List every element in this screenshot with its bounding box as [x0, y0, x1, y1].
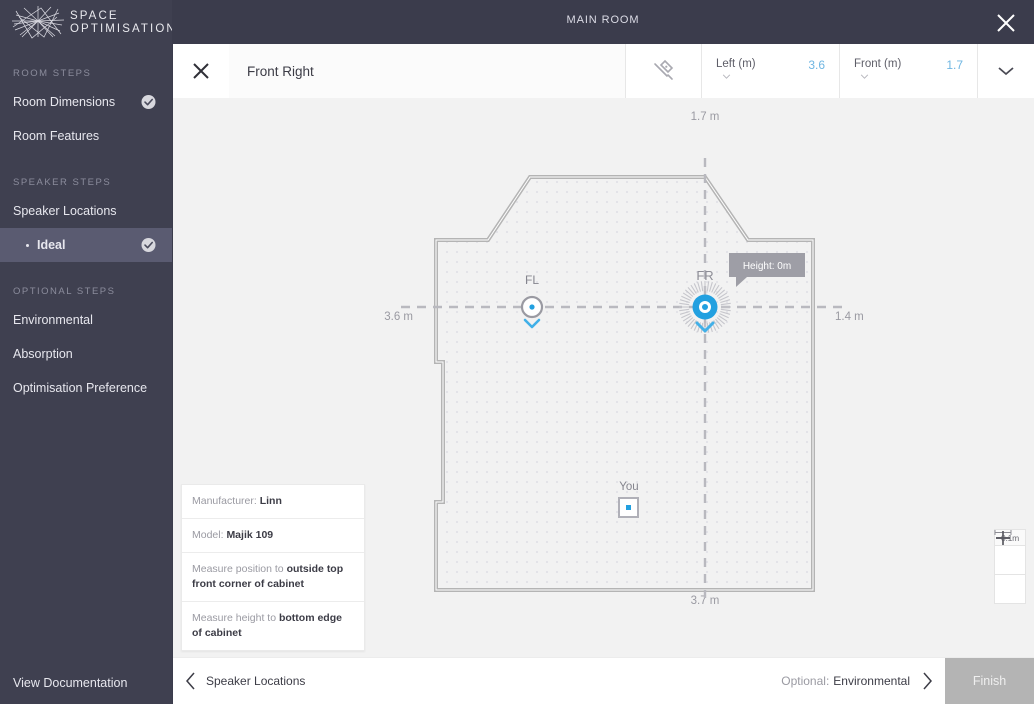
brand-line-2: OPTIMISATION — [70, 22, 177, 35]
close-icon — [193, 63, 209, 79]
sidebar: SPACE OPTIMISATION ROOM STEPS Room Dimens… — [0, 0, 175, 704]
dim-top: 1.7 m — [691, 111, 720, 123]
finish-button[interactable]: Finish — [945, 658, 1034, 704]
field-left[interactable]: Left (m) 3.6 — [701, 44, 839, 98]
sidebar-item-speaker-locations[interactable]: Speaker Locations — [0, 194, 172, 228]
sidebar-section-title: OPTIONAL STEPS — [13, 286, 116, 297]
info-row: Measure height to bottom edge of cabinet — [182, 602, 364, 650]
next-step-label: Environmental — [833, 674, 910, 688]
footer-nav: Speaker Locations Optional: Environmenta… — [173, 657, 1034, 704]
sidebar-item-label: Ideal — [37, 238, 66, 252]
sidebar-item-ideal[interactable]: Ideal — [0, 228, 172, 262]
dim-right: 1.4 m — [835, 311, 864, 323]
next-step-button[interactable]: Optional: Environmental — [781, 658, 945, 704]
check-complete-icon — [141, 238, 156, 252]
sidebar-item-label: Speaker Locations — [13, 204, 117, 218]
chevron-right-icon — [923, 672, 932, 690]
measure-tool-button[interactable] — [625, 44, 701, 98]
measure-tool-icon — [653, 59, 673, 80]
sidebar-item-environmental[interactable]: Environmental — [0, 303, 172, 337]
speaker-info-card: Manufacturer: Linn Model: Majik 109 Measur… — [181, 484, 365, 651]
chevron-down-icon — [722, 74, 731, 79]
page-title: MAIN ROOM — [566, 14, 640, 26]
info-row: Manufacturer: Linn — [182, 485, 364, 519]
sidebar-item-label: Room Dimensions — [13, 95, 116, 109]
header-bar: MAIN ROOM — [172, 0, 1034, 44]
close-icon[interactable] — [992, 9, 1020, 37]
sidebar-section-title: SPEAKER STEPS — [13, 177, 112, 188]
chevron-left-icon — [186, 672, 195, 690]
footer-spacer — [305, 658, 781, 704]
expand-panel-button[interactable] — [977, 44, 1034, 98]
brand: SPACE OPTIMISATION — [0, 0, 175, 44]
field-left-value: 3.6 — [808, 58, 825, 72]
listener-label: You — [619, 481, 638, 493]
view-documentation-link[interactable]: View Documentation — [13, 676, 127, 690]
prev-step-label: Speaker Locations — [206, 674, 306, 688]
room-plan-canvas[interactable]: 1.7 m 3.6 m 1.4 m 3.7 m FL FR Height: 0m… — [173, 98, 1034, 658]
starburst-logo-icon — [12, 6, 65, 39]
prev-step-button[interactable]: Speaker Locations — [173, 658, 305, 704]
sidebar-item-label: Room Features — [13, 129, 100, 143]
zoom-in-button[interactable] — [994, 531, 1026, 575]
field-front[interactable]: Front (m) 1.7 — [839, 44, 977, 98]
check-complete-icon — [141, 95, 156, 109]
sidebar-item-label: Optimisation Preference — [13, 381, 148, 395]
bullet-icon — [26, 243, 29, 247]
zoom-controls: 0.1m — [994, 529, 1026, 604]
brand-text: SPACE OPTIMISATION — [70, 10, 177, 35]
speaker-toolbar: Front Right Left (m) 3.6 Front (m) 1.7 — [173, 44, 1034, 98]
zoom-out-button[interactable] — [994, 537, 1026, 604]
height-tooltip-text: Height: 0m — [743, 261, 791, 272]
info-row-value: Majik 109 — [226, 529, 274, 541]
info-row-prefix: Manufacturer: — [192, 495, 260, 507]
listener-marker[interactable]: You — [618, 481, 639, 518]
speaker-name-field[interactable]: Front Right — [229, 44, 625, 98]
minus-icon — [996, 537, 1010, 539]
info-row-prefix: Measure position to — [192, 563, 287, 575]
info-row-prefix: Model: — [192, 529, 227, 541]
field-left-label: Left (m) — [716, 58, 756, 70]
sidebar-item-absorption[interactable]: Absorption — [0, 337, 172, 371]
info-row-prefix: Measure height to — [192, 612, 279, 624]
sidebar-item-room-dimensions[interactable]: Room Dimensions — [0, 85, 172, 119]
sidebar-section-title: ROOM STEPS — [13, 68, 92, 79]
sidebar-item-room-features[interactable]: Room Features — [0, 119, 172, 153]
info-row: Model: Majik 109 — [182, 519, 364, 553]
sidebar-nav: ROOM STEPS Room Dimensions Room Features SP… — [0, 44, 172, 704]
main-area: Front Right Left (m) 3.6 Front (m) 1.7 1… — [173, 44, 1034, 704]
info-row-value: Linn — [259, 495, 282, 507]
close-speaker-panel-button[interactable] — [173, 44, 229, 98]
app-window: SPACE OPTIMISATION ROOM STEPS Room Dimens… — [0, 0, 1034, 704]
next-step-optional-prefix: Optional: — [781, 674, 830, 688]
chevron-down-icon — [998, 67, 1014, 76]
room-outline — [434, 175, 815, 592]
sidebar-item-label: Environmental — [13, 313, 93, 327]
dim-left: 3.6 m — [384, 311, 413, 323]
field-front-value: 1.7 — [946, 58, 963, 72]
brand-line-1: SPACE — [70, 10, 119, 22]
field-front-label: Front (m) — [854, 58, 902, 70]
speaker-label-fr: FR — [696, 268, 713, 283]
chevron-down-icon — [860, 74, 869, 79]
info-row: Measure position to outside top front co… — [182, 553, 364, 602]
sidebar-item-label: Absorption — [13, 347, 73, 361]
sidebar-item-optimisation-preference[interactable]: Optimisation Preference — [0, 371, 172, 405]
speaker-label-fl: FL — [525, 273, 539, 287]
